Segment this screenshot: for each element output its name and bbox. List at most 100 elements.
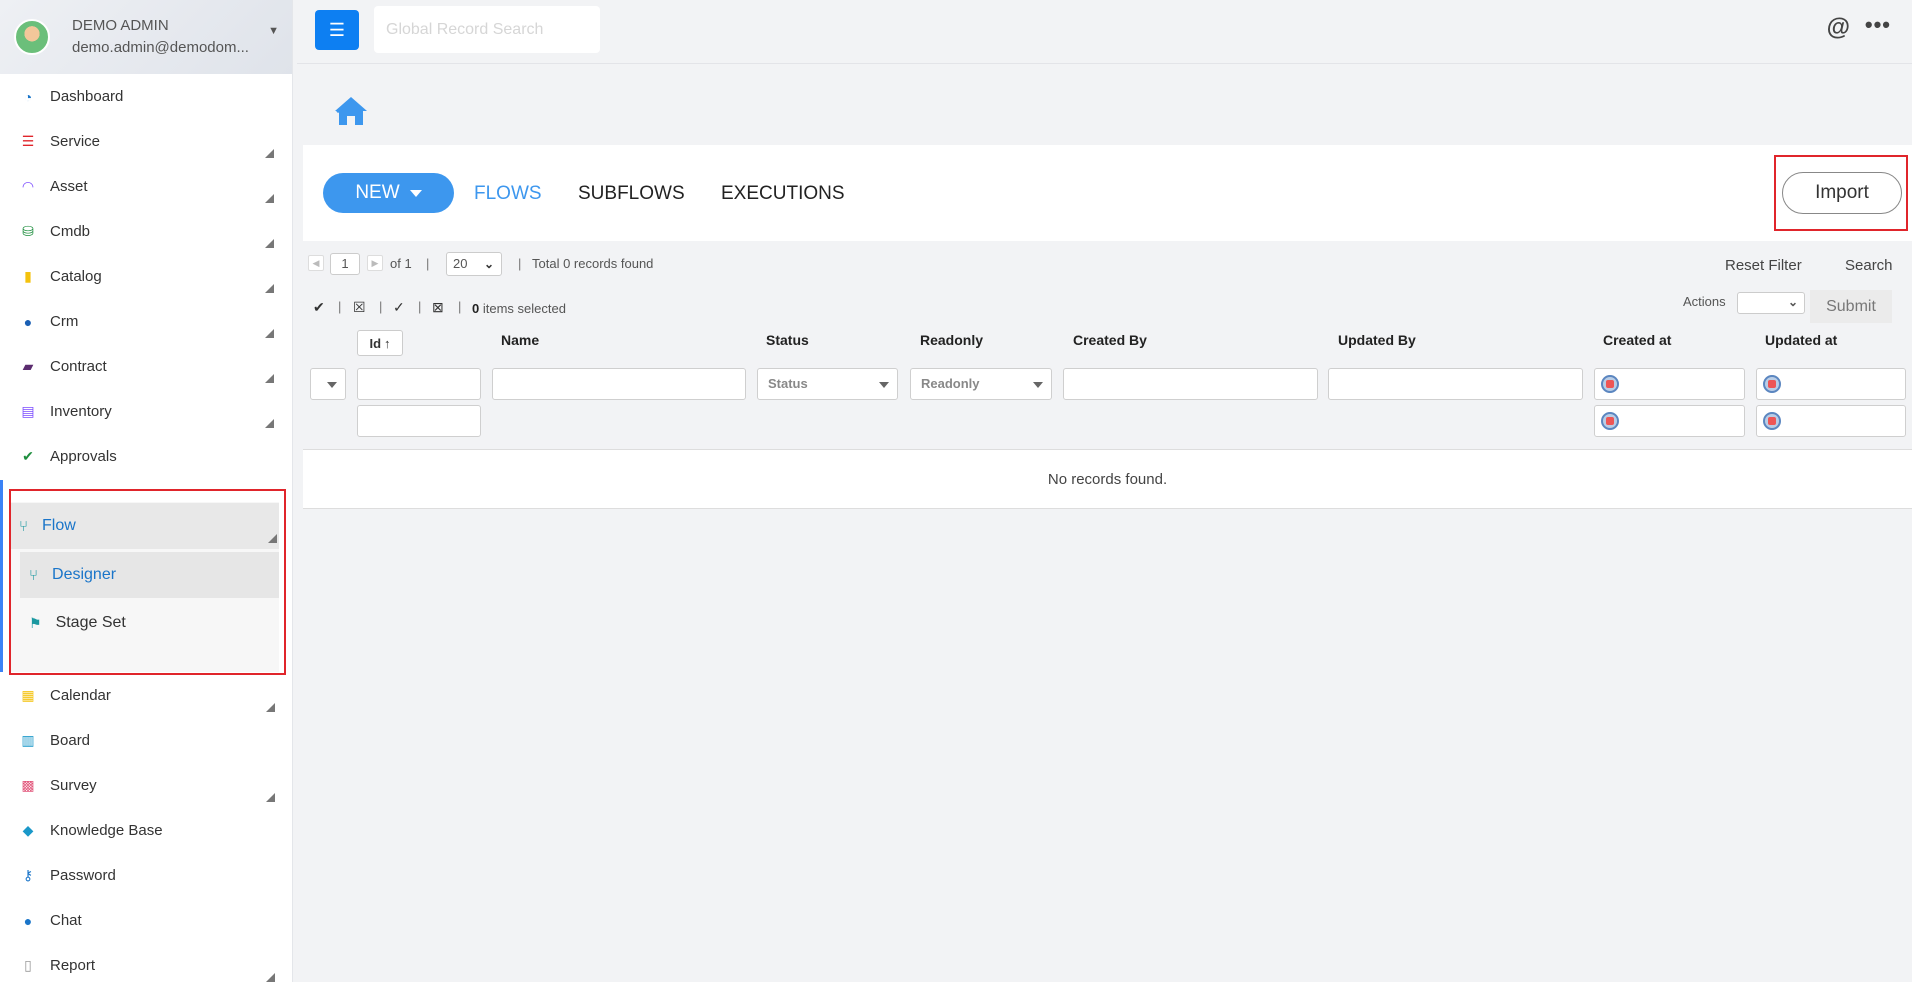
calendar-icon[interactable] bbox=[1601, 375, 1619, 393]
chevron-down-icon[interactable]: ▼ bbox=[268, 25, 279, 37]
sidebar-item-calendar[interactable]: ▦ Calendar bbox=[0, 673, 292, 718]
sidebar-item-asset[interactable]: ◠ Asset bbox=[0, 164, 292, 209]
sidebar-item-survey[interactable]: ▩ Survey bbox=[0, 763, 292, 808]
menu-toggle-button[interactable]: ☰ bbox=[315, 10, 359, 50]
total-records: Total 0 records found bbox=[532, 256, 654, 271]
active-indicator bbox=[0, 480, 3, 672]
expand-icon[interactable] bbox=[265, 419, 274, 428]
tab-subflows[interactable]: SUBFLOWS bbox=[578, 183, 685, 205]
expand-icon[interactable] bbox=[265, 374, 274, 383]
tab-executions[interactable]: EXECUTIONS bbox=[721, 183, 845, 205]
sidebar-item-password[interactable]: ⚷ Password bbox=[0, 853, 292, 898]
filter-id-to-input[interactable] bbox=[357, 405, 481, 437]
column-header-updated-by[interactable]: Updated By bbox=[1338, 332, 1416, 348]
close-box-icon[interactable]: ⊠ bbox=[432, 299, 444, 316]
user-profile[interactable]: DEMO ADMIN demo.admin@demodom... ▼ bbox=[0, 0, 292, 74]
select-all-icon[interactable]: ✔ bbox=[313, 299, 325, 316]
filter-created-at-from[interactable] bbox=[1594, 368, 1745, 400]
column-header-created-by[interactable]: Created By bbox=[1073, 332, 1147, 348]
filter-status-select[interactable]: Status bbox=[757, 368, 898, 400]
column-header-name[interactable]: Name bbox=[501, 332, 539, 348]
expand-icon[interactable] bbox=[265, 329, 274, 338]
sidebar-item-catalog[interactable]: ▮ Catalog bbox=[0, 254, 292, 299]
tab-flows[interactable]: FLOWS bbox=[474, 183, 542, 205]
column-header-status[interactable]: Status bbox=[766, 332, 809, 348]
expand-icon[interactable] bbox=[265, 239, 274, 248]
expand-icon[interactable] bbox=[266, 973, 275, 982]
filter-mode-select[interactable] bbox=[310, 368, 346, 400]
filter-id-input[interactable] bbox=[357, 368, 481, 400]
sidebar-item-crm[interactable]: ● Crm bbox=[0, 299, 292, 344]
sidebar-item-cmdb[interactable]: ⛁ Cmdb bbox=[0, 209, 292, 254]
expand-icon[interactable] bbox=[265, 149, 274, 158]
filter-updated-at-to[interactable] bbox=[1756, 405, 1906, 437]
selected-count-label: items selected bbox=[479, 301, 566, 316]
warehouse-icon: ▤ bbox=[21, 403, 35, 419]
expand-icon[interactable] bbox=[266, 703, 275, 712]
page-number-input[interactable]: 1 bbox=[330, 253, 360, 275]
empty-state: No records found. bbox=[303, 449, 1912, 509]
sidebar-nav: ◔ Dashboard ☰ Service ◠ Asset ⛁ Cmdb ▮ Catalog ● Cr… bbox=[0, 74, 292, 479]
sidebar-item-dashboard[interactable]: ◔ Dashboard bbox=[0, 74, 292, 119]
filter-updated-at-from[interactable] bbox=[1756, 368, 1906, 400]
prev-page-icon[interactable]: ◀ bbox=[308, 255, 324, 271]
more-icon[interactable]: ••• bbox=[1865, 12, 1891, 38]
filter-updated-by-input[interactable] bbox=[1328, 368, 1583, 400]
column-header-id[interactable]: Id ↑ bbox=[357, 330, 403, 356]
mention-icon[interactable]: @ bbox=[1827, 14, 1850, 42]
deselect-all-icon[interactable]: ☒ bbox=[353, 299, 366, 316]
new-button-label: NEW bbox=[355, 182, 400, 203]
column-header-created-at[interactable]: Created at bbox=[1603, 332, 1671, 348]
expand-icon[interactable] bbox=[265, 284, 274, 293]
actions-label: Actions bbox=[1683, 294, 1726, 309]
check-circle-icon: ✔ bbox=[22, 448, 34, 464]
expand-icon[interactable] bbox=[266, 793, 275, 802]
sidebar-item-board[interactable]: ▥ Board bbox=[0, 718, 292, 763]
column-header-updated-at[interactable]: Updated at bbox=[1765, 332, 1837, 348]
check-icon[interactable]: ✓ bbox=[393, 299, 405, 316]
sidebar-item-approvals[interactable]: ✔ Approvals bbox=[0, 434, 292, 479]
sidebar-item-inventory[interactable]: ▤ Inventory bbox=[0, 389, 292, 434]
import-button[interactable]: Import bbox=[1782, 172, 1902, 214]
caret-down-icon bbox=[879, 382, 889, 388]
filter-status-placeholder: Status bbox=[768, 376, 808, 391]
reset-filter-link[interactable]: Reset Filter bbox=[1725, 257, 1802, 274]
wifi-icon: ◠ bbox=[21, 178, 35, 194]
sidebar-item-label: Crm bbox=[50, 313, 79, 330]
import-highlight-box: Import bbox=[1774, 155, 1908, 231]
toolbar: NEW FLOWS SUBFLOWS EXECUTIONS Import bbox=[303, 145, 1912, 241]
next-page-icon[interactable]: ▶ bbox=[367, 255, 383, 271]
sidebar-item-label: Contract bbox=[50, 358, 107, 375]
users-icon: ● bbox=[23, 313, 33, 330]
filter-created-by-input[interactable] bbox=[1063, 368, 1318, 400]
divider: | bbox=[379, 299, 383, 314]
expand-icon[interactable] bbox=[265, 194, 274, 203]
page-size-select[interactable]: 20 ⌄ bbox=[446, 252, 502, 276]
actions-select[interactable]: ⌄ bbox=[1737, 292, 1805, 314]
chevron-down-icon: ⌄ bbox=[483, 257, 494, 271]
search-link[interactable]: Search bbox=[1845, 257, 1893, 274]
sidebar-item-service[interactable]: ☰ Service bbox=[0, 119, 292, 164]
submit-button[interactable]: Submit bbox=[1810, 290, 1892, 323]
list-icon: ☰ bbox=[21, 133, 35, 149]
filter-name-input[interactable] bbox=[492, 368, 746, 400]
chat-icon: ● bbox=[23, 912, 33, 929]
new-button[interactable]: NEW bbox=[323, 173, 454, 213]
sidebar-item-contract[interactable]: ▰ Contract bbox=[0, 344, 292, 389]
home-icon[interactable] bbox=[333, 95, 369, 127]
page-count: of 1 bbox=[390, 256, 412, 271]
report-icon: ▯ bbox=[24, 957, 32, 973]
global-search-input[interactable] bbox=[374, 6, 600, 53]
sidebar-item-report[interactable]: ▯ Report bbox=[0, 943, 292, 982]
sidebar-item-label: Dashboard bbox=[50, 88, 124, 105]
calendar-icon[interactable] bbox=[1763, 375, 1781, 393]
calendar-icon[interactable] bbox=[1601, 412, 1619, 430]
filter-created-at-to[interactable] bbox=[1594, 405, 1745, 437]
sidebar-item-knowledge-base[interactable]: ◆ Knowledge Base bbox=[0, 808, 292, 853]
sidebar-item-chat[interactable]: ● Chat bbox=[0, 898, 292, 943]
reader-icon: ◆ bbox=[22, 822, 34, 838]
calendar-icon[interactable] bbox=[1763, 412, 1781, 430]
column-header-readonly[interactable]: Readonly bbox=[920, 332, 983, 348]
key-icon: ⚷ bbox=[22, 867, 34, 883]
filter-readonly-select[interactable]: Readonly bbox=[910, 368, 1052, 400]
